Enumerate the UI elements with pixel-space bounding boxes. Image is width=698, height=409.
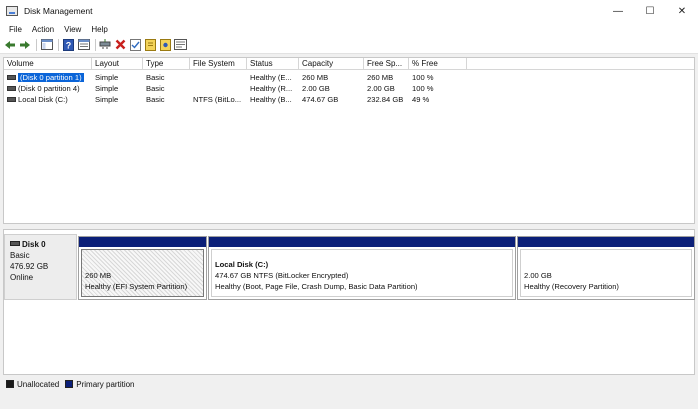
disk-state: Online bbox=[10, 273, 34, 282]
volume-percent-free: 100 % bbox=[412, 73, 434, 82]
volume-percent-free: 49 % bbox=[412, 95, 430, 104]
volume-row[interactable]: (Disk 0 partition 4) Simple Basic Health… bbox=[4, 83, 694, 94]
column-header-file-system[interactable]: File System bbox=[190, 58, 247, 70]
legend-unallocated: Unallocated bbox=[17, 379, 60, 389]
volume-name: (Disk 0 partition 1) bbox=[18, 73, 84, 82]
volume-file-system: NTFS (BitLo... bbox=[193, 95, 242, 104]
back-icon[interactable] bbox=[3, 38, 16, 51]
volume-list[interactable]: Volume Layout Type File System Status Ca… bbox=[3, 57, 695, 224]
toolbar-separator bbox=[58, 38, 59, 51]
volume-name: (Disk 0 partition 4) bbox=[18, 84, 80, 93]
properties-icon[interactable] bbox=[77, 38, 90, 51]
menu-view[interactable]: View bbox=[59, 25, 86, 34]
volume-type: Basic bbox=[146, 95, 165, 104]
close-button[interactable]: ✕ bbox=[666, 0, 698, 22]
volume-row[interactable]: (Disk 0 partition 1) Simple Basic Health… bbox=[4, 72, 694, 83]
volume-free-space: 260 MB bbox=[367, 73, 394, 82]
partition-bar bbox=[518, 237, 694, 247]
toolbar-separator bbox=[36, 38, 37, 51]
console-tree-icon[interactable] bbox=[40, 38, 53, 51]
toolbar: ? bbox=[0, 36, 698, 54]
partition-efi[interactable]: 260 MB Healthy (EFI System Partition) bbox=[78, 236, 207, 300]
help-icon[interactable]: ? bbox=[62, 38, 75, 51]
unallocated-swatch bbox=[6, 380, 14, 388]
toolbar-separator bbox=[95, 38, 96, 51]
partition-size: 260 MB bbox=[85, 271, 112, 280]
volume-capacity: 260 MB bbox=[302, 73, 329, 82]
rescan-icon[interactable] bbox=[174, 38, 187, 51]
volume-status: Healthy (B... bbox=[250, 95, 292, 104]
volume-file-system bbox=[190, 83, 247, 94]
partition-bar bbox=[79, 237, 206, 247]
partition-size: 474.67 GB NTFS (BitLocker Encrypted) bbox=[215, 271, 349, 280]
disk-name: Disk 0 bbox=[22, 240, 46, 249]
delete-icon[interactable] bbox=[114, 38, 127, 51]
menu-file[interactable]: File bbox=[4, 25, 27, 34]
volume-name: Local Disk (C:) bbox=[18, 95, 68, 104]
volume-icon bbox=[7, 85, 16, 91]
disk-management-app-icon bbox=[6, 6, 18, 16]
partition-bar bbox=[209, 237, 515, 247]
volume-percent-free: 100 % bbox=[412, 84, 434, 93]
column-header-type[interactable]: Type bbox=[143, 58, 190, 70]
partition-status: Healthy (Recovery Partition) bbox=[524, 282, 619, 291]
volume-type: Basic bbox=[146, 84, 165, 93]
volume-layout: Simple bbox=[95, 84, 119, 93]
format-icon[interactable] bbox=[159, 38, 172, 51]
column-header-percent-free[interactable]: % Free bbox=[409, 58, 467, 70]
menu-bar: File Action View Help bbox=[0, 22, 698, 36]
partition-title: Local Disk (C:) bbox=[215, 260, 269, 269]
title-bar: Disk Management — ☐ ✕ bbox=[0, 0, 698, 22]
volume-row[interactable]: Local Disk (C:) Simple Basic NTFS (BitLo… bbox=[4, 94, 694, 105]
volume-free-space: 232.84 GB bbox=[367, 95, 404, 104]
legend-primary-partition: Primary partition bbox=[76, 379, 135, 389]
menu-help[interactable]: Help bbox=[86, 25, 112, 34]
partition-size: 2.00 GB bbox=[524, 271, 552, 280]
column-header-capacity[interactable]: Capacity bbox=[299, 58, 364, 70]
window-title: Disk Management bbox=[24, 6, 93, 16]
volume-capacity: 474.67 GB bbox=[302, 95, 339, 104]
volume-free-space: 2.00 GB bbox=[367, 84, 395, 93]
volume-status: Healthy (R... bbox=[250, 84, 293, 93]
disk-size: 476.92 GB bbox=[10, 262, 49, 271]
volume-capacity: 2.00 GB bbox=[302, 84, 330, 93]
partition-recovery[interactable]: 2.00 GB Healthy (Recovery Partition) bbox=[517, 236, 695, 300]
minimize-button[interactable]: — bbox=[602, 0, 634, 22]
svg-text:?: ? bbox=[66, 40, 72, 50]
partition-status: Healthy (EFI System Partition) bbox=[85, 282, 188, 291]
primary-partition-swatch bbox=[65, 380, 74, 388]
column-header-layout[interactable]: Layout bbox=[92, 58, 143, 70]
check-icon[interactable] bbox=[129, 38, 142, 51]
column-header-volume[interactable]: Volume bbox=[4, 58, 92, 70]
partition-local-disk-c[interactable]: Local Disk (C:) 474.67 GB NTFS (BitLocke… bbox=[208, 236, 516, 300]
disk-map: Disk 0 Basic 476.92 GB Online 260 MB Hea… bbox=[3, 229, 695, 375]
partition-status: Healthy (Boot, Page File, Crash Dump, Ba… bbox=[215, 282, 418, 291]
new-volume-icon[interactable] bbox=[144, 38, 157, 51]
menu-action[interactable]: Action bbox=[27, 25, 59, 34]
volume-status: Healthy (E... bbox=[250, 73, 292, 82]
forward-icon[interactable] bbox=[18, 38, 31, 51]
volume-icon bbox=[7, 74, 16, 80]
volume-layout: Simple bbox=[95, 73, 119, 82]
connect-drive-icon[interactable] bbox=[99, 38, 112, 51]
volume-type: Basic bbox=[146, 73, 165, 82]
volume-list-header: Volume Layout Type File System Status Ca… bbox=[4, 58, 694, 70]
legend: Unallocated Primary partition bbox=[3, 377, 695, 391]
disk-label[interactable]: Disk 0 Basic 476.92 GB Online bbox=[4, 234, 77, 300]
volume-file-system bbox=[190, 72, 247, 83]
volume-icon bbox=[7, 96, 16, 102]
disk-type: Basic bbox=[10, 251, 30, 260]
column-header-status[interactable]: Status bbox=[247, 58, 299, 70]
maximize-button[interactable]: ☐ bbox=[634, 0, 666, 22]
volume-layout: Simple bbox=[95, 95, 119, 104]
column-header-free-space[interactable]: Free Sp... bbox=[364, 58, 409, 70]
disk-icon bbox=[10, 241, 20, 247]
